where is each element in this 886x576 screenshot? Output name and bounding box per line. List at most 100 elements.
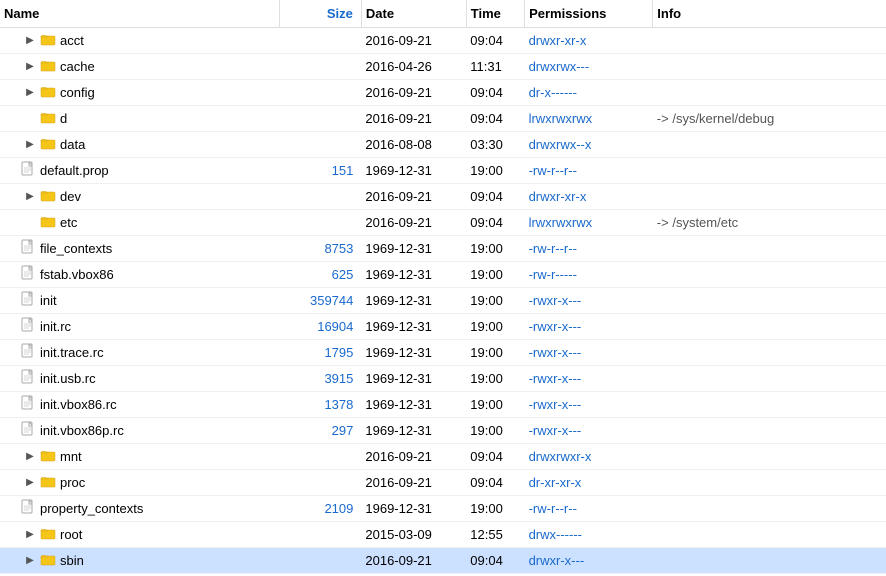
file-time: 03:30 bbox=[466, 132, 524, 158]
file-name: root bbox=[60, 527, 82, 542]
file-permissions: -rw-r--r-- bbox=[525, 158, 653, 184]
folder-icon bbox=[40, 187, 56, 206]
file-name: init.rc bbox=[40, 319, 71, 334]
table-row[interactable]: init.trace.rc17951969-12-3119:00-rwxr-x-… bbox=[0, 340, 886, 366]
file-size bbox=[280, 184, 362, 210]
col-header-info[interactable]: Info bbox=[653, 0, 886, 28]
file-permissions: drwxrwx--x bbox=[525, 132, 653, 158]
table-container[interactable]: Name Size Date Time Permissions Info ▶ a… bbox=[0, 0, 886, 576]
file-time: 19:00 bbox=[466, 340, 524, 366]
file-time: 19:00 bbox=[466, 314, 524, 340]
file-info bbox=[653, 548, 886, 574]
file-info bbox=[653, 80, 886, 106]
name-cell: ▶ data bbox=[4, 135, 276, 154]
file-permissions: lrwxrwxrwx bbox=[525, 210, 653, 236]
table-row[interactable]: init.rc169041969-12-3119:00-rwxr-x--- bbox=[0, 314, 886, 340]
file-size bbox=[280, 470, 362, 496]
col-header-time[interactable]: Time bbox=[466, 0, 524, 28]
file-info bbox=[653, 158, 886, 184]
folder-icon bbox=[40, 447, 56, 466]
file-size bbox=[280, 522, 362, 548]
file-date: 1969-12-31 bbox=[361, 392, 466, 418]
file-time: 19:00 bbox=[466, 418, 524, 444]
file-name: cache bbox=[60, 59, 95, 74]
file-permissions: -rw-r--r-- bbox=[525, 236, 653, 262]
table-row[interactable]: init3597441969-12-3119:00-rwxr-x--- bbox=[0, 288, 886, 314]
file-name: config bbox=[60, 85, 95, 100]
folder-icon bbox=[40, 525, 56, 544]
file-date: 2016-09-21 bbox=[361, 28, 466, 54]
expand-arrow-icon[interactable]: ▶ bbox=[24, 477, 36, 489]
file-date: 1969-12-31 bbox=[361, 418, 466, 444]
table-row[interactable]: ▶ acct2016-09-2109:04drwxr-xr-x bbox=[0, 28, 886, 54]
file-date: 2016-09-21 bbox=[361, 444, 466, 470]
file-size bbox=[280, 132, 362, 158]
file-size: 151 bbox=[280, 158, 362, 184]
file-time: 19:00 bbox=[466, 366, 524, 392]
file-permissions: dr-xr-xr-x bbox=[525, 470, 653, 496]
name-cell: property_contexts bbox=[4, 499, 276, 518]
table-row[interactable]: ▶ sbin2016-09-2109:04drwxr-x--- bbox=[0, 548, 886, 574]
table-row[interactable]: file_contexts87531969-12-3119:00-rw-r--r… bbox=[0, 236, 886, 262]
table-row[interactable]: ▶ root2015-03-0912:55drwx------ bbox=[0, 522, 886, 548]
file-time: 19:00 bbox=[466, 496, 524, 522]
table-row[interactable]: ▶ cache2016-04-2611:31drwxrwx--- bbox=[0, 54, 886, 80]
table-row[interactable]: ▶ dev2016-09-2109:04drwxr-xr-x bbox=[0, 184, 886, 210]
file-name: acct bbox=[60, 33, 84, 48]
table-row[interactable]: default.prop1511969-12-3119:00-rw-r--r-- bbox=[0, 158, 886, 184]
expand-arrow-icon[interactable]: ▶ bbox=[24, 555, 36, 567]
col-header-date[interactable]: Date bbox=[361, 0, 466, 28]
file-time: 19:00 bbox=[466, 392, 524, 418]
file-list: ▶ acct2016-09-2109:04drwxr-xr-x▶ cache20… bbox=[0, 28, 886, 576]
file-name: data bbox=[60, 137, 85, 152]
table-row[interactable]: etc2016-09-2109:04lrwxrwxrwx-> /system/e… bbox=[0, 210, 886, 236]
table-row[interactable]: ▶ data2016-08-0803:30drwxrwx--x bbox=[0, 132, 886, 158]
table-row[interactable]: d2016-09-2109:04lrwxrwxrwx-> /sys/kernel… bbox=[0, 106, 886, 132]
folder-icon bbox=[40, 83, 56, 102]
folder-icon bbox=[40, 551, 56, 570]
table-row[interactable]: init.vbox86.rc13781969-12-3119:00-rwxr-x… bbox=[0, 392, 886, 418]
table-row[interactable]: ▶ proc2016-09-2109:04dr-xr-xr-x bbox=[0, 470, 886, 496]
file-info bbox=[653, 262, 886, 288]
expand-arrow-icon[interactable]: ▶ bbox=[24, 191, 36, 203]
table-row[interactable]: ▶ mnt2016-09-2109:04drwxrwxr-x bbox=[0, 444, 886, 470]
expand-arrow-icon[interactable]: ▶ bbox=[24, 529, 36, 541]
file-size: 16904 bbox=[280, 314, 362, 340]
file-size: 1378 bbox=[280, 392, 362, 418]
name-cell: default.prop bbox=[4, 161, 276, 180]
table-row[interactable]: property_contexts21091969-12-3119:00-rw-… bbox=[0, 496, 886, 522]
file-permissions: drwxr-x--- bbox=[525, 548, 653, 574]
file-permissions: -rwxr-x--- bbox=[525, 392, 653, 418]
file-time: 19:00 bbox=[466, 158, 524, 184]
col-header-perms[interactable]: Permissions bbox=[525, 0, 653, 28]
file-info bbox=[653, 392, 886, 418]
expand-arrow-icon[interactable]: ▶ bbox=[24, 35, 36, 47]
name-cell: ▶ dev bbox=[4, 187, 276, 206]
file-info bbox=[653, 132, 886, 158]
file-name: init.usb.rc bbox=[40, 371, 96, 386]
file-permissions: dr-x------ bbox=[525, 80, 653, 106]
table-row[interactable]: ▶ config2016-09-2109:04dr-x------ bbox=[0, 80, 886, 106]
name-cell: init.rc bbox=[4, 317, 276, 336]
name-cell: file_contexts bbox=[4, 239, 276, 258]
table-row[interactable]: fstab.vbox866251969-12-3119:00-rw-r----- bbox=[0, 262, 886, 288]
expand-arrow-icon[interactable]: ▶ bbox=[24, 139, 36, 151]
file-date: 2016-09-21 bbox=[361, 470, 466, 496]
file-date: 1969-12-31 bbox=[361, 236, 466, 262]
file-info bbox=[653, 470, 886, 496]
file-permissions: -rwxr-x--- bbox=[525, 340, 653, 366]
expand-arrow-icon[interactable]: ▶ bbox=[24, 87, 36, 99]
file-name: init.vbox86p.rc bbox=[40, 423, 124, 438]
name-cell: ▶ config bbox=[4, 83, 276, 102]
file-permissions: -rw-r----- bbox=[525, 262, 653, 288]
expand-arrow-icon[interactable]: ▶ bbox=[24, 61, 36, 73]
file-info bbox=[653, 522, 886, 548]
expand-arrow-icon[interactable]: ▶ bbox=[24, 451, 36, 463]
table-row[interactable]: init.vbox86p.rc2971969-12-3119:00-rwxr-x… bbox=[0, 418, 886, 444]
col-header-name[interactable]: Name bbox=[0, 0, 280, 28]
file-time: 09:04 bbox=[466, 184, 524, 210]
table-row[interactable]: init.usb.rc39151969-12-3119:00-rwxr-x--- bbox=[0, 366, 886, 392]
file-permissions: -rwxr-x--- bbox=[525, 418, 653, 444]
file-size bbox=[280, 28, 362, 54]
col-header-size[interactable]: Size bbox=[280, 0, 362, 28]
